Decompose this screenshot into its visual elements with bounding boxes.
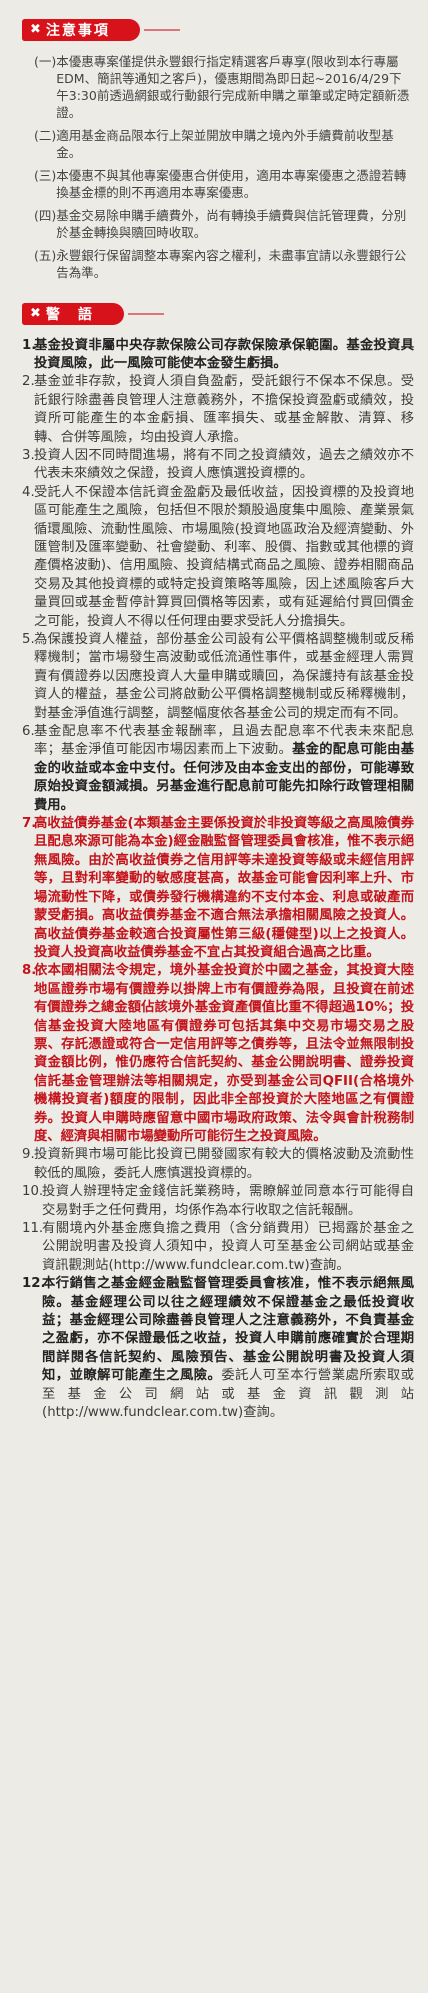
warning-text: 基金並非存款，投資人須自負盈虧，受託銀行不保本不保息。受託銀行除盡善良管理人注意…	[34, 373, 414, 447]
note-item: (四) 基金交易除申購手續費外，尚有轉換手續費與信託管理費，分別於基金轉換與贖回時…	[22, 207, 414, 241]
note-text: 本優惠不與其他專案優惠合併使用，適用本專案優惠之憑證若轉換基金標的則不再適用本專…	[56, 167, 407, 200]
warning-text: 基金投資非屬中央存款保險公司存款保險承保範圍。基金投資具投資風險，此一風險可能使…	[34, 337, 414, 374]
warning-item: 6. 基金配息率不代表基金報酬率，且過去配息率不代表未來配息率；基金淨值可能因市場…	[22, 723, 414, 815]
warning-number: 3.	[22, 447, 35, 463]
warning-text: 基金配息率不代表基金報酬率，且過去配息率不代表未來配息率；基金淨值可能因市場因素…	[34, 723, 414, 815]
warning-text: 投資人因不同時間進場，將有不同之投資績效，過去之績效亦不代表未來績效之保證，投資…	[34, 447, 414, 484]
warning-item: 5. 為保護投資人權益，部份基金公司設有公平價格調整機制或反稀釋機制；當市場發生高…	[22, 631, 414, 723]
warning-item: 4. 受託人不保證本信託資金盈虧及最低收益，因投資標的及投資地區可能產生之風險，包…	[22, 484, 414, 631]
warning-text-segment: 基金並非存款，投資人須自負盈虧，受託銀行不保本不保息。受託銀行除盡善良管理人注意…	[34, 374, 414, 445]
notes-heading: ✖ 注意事項	[22, 18, 180, 41]
note-number: (五)	[34, 247, 57, 263]
warning-item: 8. 依本國相關法令規定，境外基金投資於中國之基金，其投資大陸地區證券市場有價證券…	[22, 962, 414, 1146]
note-item: (一) 本優惠專案僅提供永豐銀行指定精選客戶專享(限收到本行專屬EDM、簡訊等通知…	[22, 53, 414, 121]
warnings-heading-label: 警 語	[45, 306, 94, 323]
x-mark-icon: ✖	[30, 22, 41, 37]
warning-text-segment: 投資人因不同時間進場，將有不同之投資績效，過去之績效亦不代表未來績效之保證，投資…	[34, 447, 414, 482]
warning-text-segment: 基金投資非屬中央存款保險公司存款保險承保範圍。基金投資具投資風險，此一風險可能使…	[34, 337, 414, 371]
warning-text: 為保護投資人權益，部份基金公司設有公平價格調整機制或反稀釋機制；當市場發生高波動…	[34, 631, 414, 723]
warning-text: 投資新興市場可能比投資已開發國家有較大的價格波動及流動性較低的風險，委託人應慎選…	[34, 1146, 414, 1183]
warnings-heading: ✖ 警 語	[22, 302, 164, 325]
warning-item: 12. 本行銷售之基金經金融監督管理委員會核准，惟不表示絕無風險。基金經理公司以往…	[22, 1275, 414, 1422]
disclaimer-page: ✖ 注意事項 (一) 本優惠專案僅提供永豐銀行指定精選客戶專享(限收到本行專屬ED…	[0, 0, 428, 1422]
warning-item: 1. 基金投資非屬中央存款保險公司存款保險承保範圍。基金投資具投資風險，此一風險可…	[22, 337, 414, 374]
warning-text: 高收益債券基金(本類基金主要係投資於非投資等級之高風險債券且配息來源可能為本金)…	[34, 815, 414, 962]
warning-item: 7. 高收益債券基金(本類基金主要係投資於非投資等級之高風險債券且配息來源可能為本…	[22, 815, 414, 962]
note-text: 適用基金商品限本行上架並開放申購之境內外手續費前收型基金。	[56, 127, 394, 160]
warning-text: 本行銷售之基金經金融監督管理委員會核准，惟不表示絕無風險。基金經理公司以往之經理…	[42, 1275, 414, 1422]
warning-item: 10. 投資人辦理特定金錢信託業務時，需瞭解並同意本行可能得自交易對手之任何費用，…	[22, 1183, 414, 1220]
note-text: 基金交易除申購手續費外，尚有轉換手續費與信託管理費，分別於基金轉換與贖回時收取。	[56, 207, 407, 240]
warning-number: 8.	[22, 963, 37, 979]
note-item: (二) 適用基金商品限本行上架並開放申購之境內外手續費前收型基金。	[22, 127, 414, 161]
x-mark-icon: ✖	[30, 306, 41, 321]
warning-text-segment: 高收益債券基金(本類基金主要係投資於非投資等級之高風險債券且配息來源可能為本金)…	[34, 816, 414, 960]
warning-text-segment: 為保護投資人權益，部份基金公司設有公平價格調整機制或反稀釋機制；當市場發生高波動…	[34, 632, 414, 721]
warnings-list: 1. 基金投資非屬中央存款保險公司存款保險承保範圍。基金投資具投資風險，此一風險可…	[22, 337, 414, 1423]
warning-item: 11. 有關境內外基金應負擔之費用（含分銷費用）已揭露於基金之公開說明書及投資人須…	[22, 1220, 414, 1275]
warning-text: 投資人辦理特定金錢信託業務時，需瞭解並同意本行可能得自交易對手之任何費用，均係作…	[42, 1183, 414, 1220]
warning-number: 2.	[22, 374, 35, 390]
notes-list: (一) 本優惠專案僅提供永豐銀行指定精選客戶專享(限收到本行專屬EDM、簡訊等通知…	[22, 53, 414, 281]
warning-number: 7.	[22, 816, 37, 832]
warning-number: 10.	[22, 1184, 44, 1200]
warning-item: 2. 基金並非存款，投資人須自負盈虧，受託銀行不保本不保息。受託銀行除盡善良管理人…	[22, 373, 414, 447]
warning-number: 9.	[22, 1147, 35, 1163]
note-number: (一)	[34, 53, 57, 69]
warning-number: 6.	[22, 724, 35, 740]
note-item: (三) 本優惠不與其他專案優惠合併使用，適用本專案優惠之憑證若轉換基金標的則不再適…	[22, 167, 414, 201]
notes-heading-label: 注意事項	[45, 22, 110, 39]
note-item: (五) 永豐銀行保留調整本專案內容之權利，未盡事宜請以永豐銀行公告為準。	[22, 247, 414, 281]
note-text: 本優惠專案僅提供永豐銀行指定精選客戶專享(限收到本行專屬EDM、簡訊等通知之客戶…	[56, 53, 410, 120]
note-text: 永豐銀行保留調整本專案內容之權利，未盡事宜請以永豐銀行公告為準。	[56, 247, 407, 280]
warning-item: 3. 投資人因不同時間進場，將有不同之投資績效，過去之績效亦不代表未來績效之保證，…	[22, 447, 414, 484]
warning-text-segment: 依本國相關法令規定，境外基金投資於中國之基金，其投資大陸地區證券市場有價證券以掛…	[34, 963, 414, 1144]
warning-text: 受託人不保證本信託資金盈虧及最低收益，因投資標的及投資地區可能產生之風險，包括但…	[34, 484, 414, 631]
warning-text: 依本國相關法令規定，境外基金投資於中國之基金，其投資大陸地區證券市場有價證券以掛…	[34, 962, 414, 1146]
warning-number: 4.	[22, 484, 35, 500]
warning-number: 11.	[22, 1221, 44, 1236]
note-number: (三)	[34, 167, 57, 183]
note-number: (二)	[34, 127, 57, 143]
warning-number: 1.	[22, 337, 37, 353]
warning-text-segment: 投資新興市場可能比投資已開發國家有較大的價格波動及流動性較低的風險，委託人應慎選…	[34, 1147, 414, 1181]
warning-item: 9. 投資新興市場可能比投資已開發國家有較大的價格波動及流動性較低的風險，委託人應…	[22, 1146, 414, 1183]
warning-number: 12.	[22, 1276, 46, 1292]
warning-text-segment: 投資人辦理特定金錢信託業務時，需瞭解並同意本行可能得自交易對手之任何費用，均係作…	[42, 1184, 414, 1218]
warning-text-segment: 受託人不保證本信託資金盈虧及最低收益，因投資標的及投資地區可能產生之風險，包括但…	[34, 484, 414, 629]
warning-number: 5.	[22, 632, 35, 647]
warning-text: 有關境內外基金應負擔之費用（含分銷費用）已揭露於基金之公開說明書及投資人須知中，…	[42, 1220, 414, 1275]
note-number: (四)	[34, 207, 57, 223]
warning-text-segment: 有關境內外基金應負擔之費用（含分銷費用）已揭露於基金之公開說明書及投資人須知中，…	[42, 1221, 414, 1273]
